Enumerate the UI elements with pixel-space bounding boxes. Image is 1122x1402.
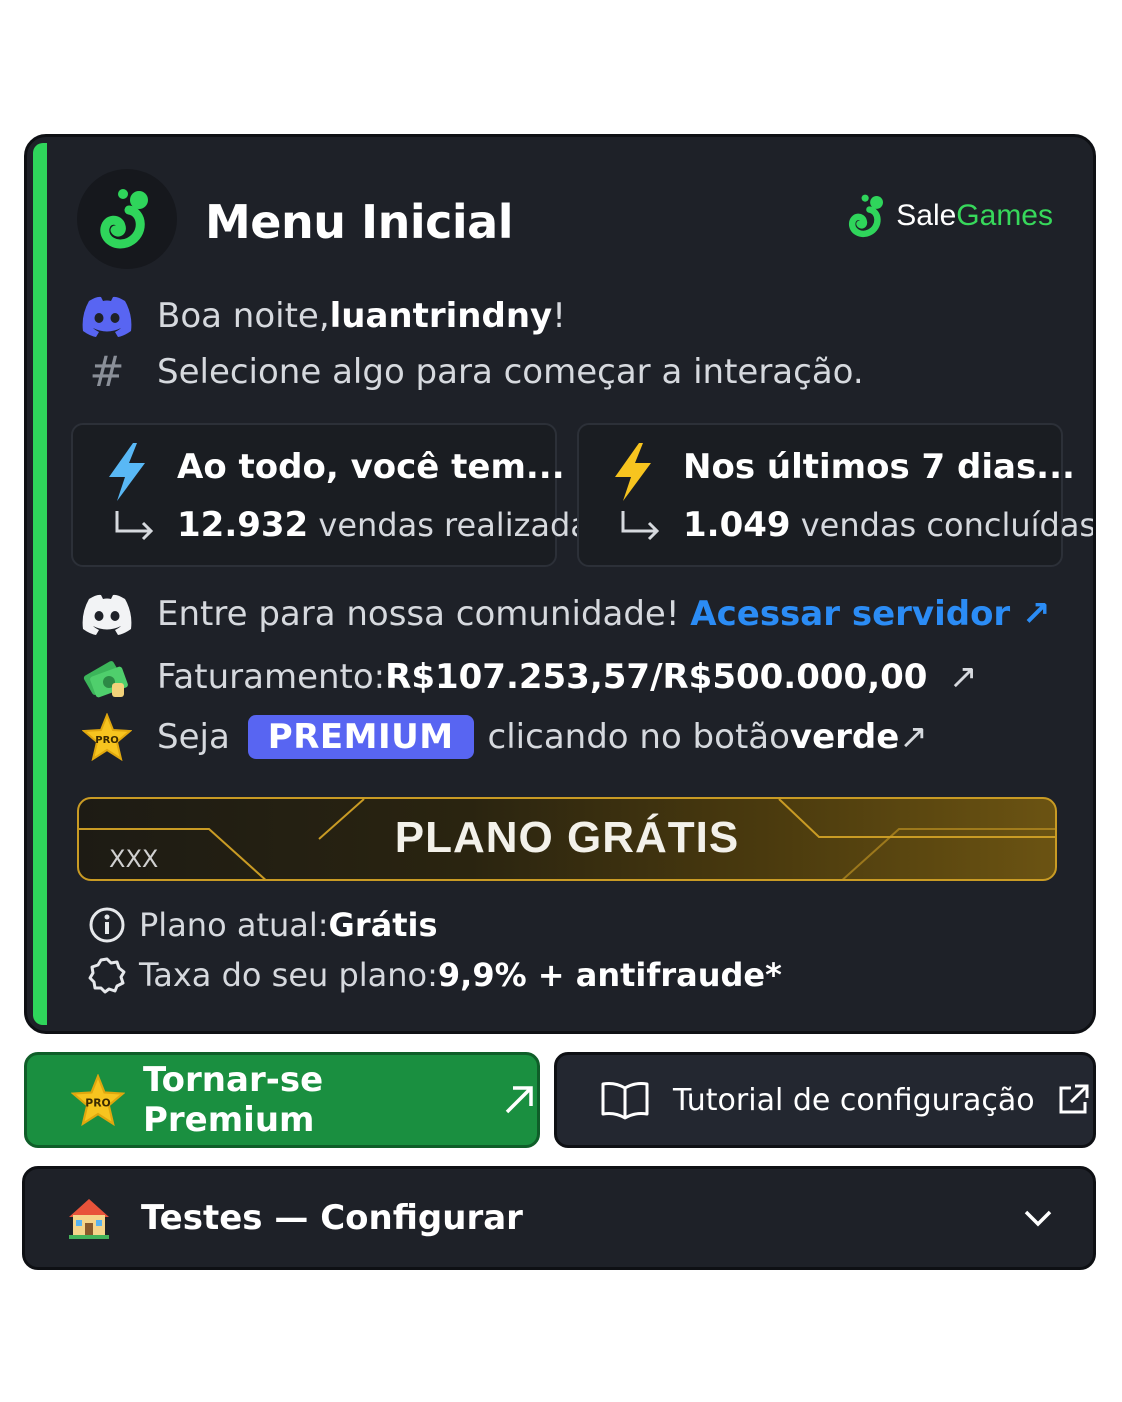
premium-middle: clicando no botão — [487, 717, 790, 757]
plan-title: PLANO GRÁTIS — [394, 813, 740, 862]
subtitle-line: # Selecione algo para começar a interaçã… — [79, 347, 864, 396]
brand-games: Games — [956, 199, 1053, 232]
community-line: Entre para nossa comunidade! Acessar ser… — [79, 593, 1051, 635]
lightning-yellow-icon — [609, 441, 657, 507]
current-plan-label: Plano atual: — [139, 906, 329, 944]
plan-banner: PLANO GRÁTIS XXX — [77, 797, 1057, 881]
reply-arrow-icon — [113, 509, 157, 547]
pro-badge-text: PRO — [85, 1096, 110, 1109]
stat-card-total: Ao todo, você tem... 12.932 vendas reali… — [71, 423, 607, 567]
revenue-label: Faturamento: — [157, 657, 386, 697]
premium-bold: verde — [789, 717, 900, 757]
revenue-current: R$107.253,57 — [385, 657, 651, 697]
arrow-up-right-icon: ↗ — [949, 657, 978, 697]
greeting-suffix: ! — [552, 296, 566, 336]
premium-prefix: Seja — [157, 717, 230, 757]
select-label: Testes — Configurar — [141, 1198, 523, 1238]
header: Menu Inicial SaleGames — [77, 169, 1053, 269]
greeting-line: Boa noite, luantrindny! — [79, 295, 566, 337]
config-select-menu[interactable]: Testes — Configurar — [22, 1166, 1096, 1270]
premium-button-label: Tornar-se Premium — [143, 1060, 324, 1140]
hashtag-icon: # — [89, 347, 125, 396]
chevron-down-icon[interactable] — [1023, 1208, 1053, 1228]
lightning-blue-icon — [103, 441, 151, 507]
premium-badge: PREMIUM — [247, 715, 474, 759]
stat-title: Ao todo, você tem... — [177, 447, 565, 487]
revenue-separator: / — [650, 657, 663, 697]
external-link-icon — [1055, 1082, 1091, 1118]
stat-label: vendas concluídas — [800, 506, 1096, 544]
premium-line: PRO Seja PREMIUM clicando no botão verde… — [79, 713, 928, 761]
pro-star-icon: PRO — [79, 713, 135, 761]
salegames-logo-icon — [100, 189, 148, 249]
brand-logo: SaleGames — [848, 191, 1053, 241]
tutorial-button-label: Tutorial de configuração — [673, 1082, 1035, 1118]
stat-value: 12.932 — [177, 505, 309, 545]
revenue-goal: R$500.000,00 — [662, 657, 928, 697]
current-plan-value: Grátis — [328, 906, 438, 944]
brand-sale: Sale — [896, 199, 957, 232]
tutorial-button[interactable]: Tutorial de configuração — [554, 1052, 1096, 1148]
stat-label: vendas realizadas — [318, 506, 607, 544]
become-premium-button[interactable]: PRO Tornar-se Premium — [24, 1052, 540, 1148]
money-icon — [79, 653, 135, 701]
discord-icon — [79, 295, 135, 337]
revenue-line: Faturamento: R$107.253,57 / R$500.000,00… — [79, 653, 978, 701]
plan-fee-value: 9,9% + antifraude* — [437, 956, 782, 994]
greeting-prefix: Boa noite, — [157, 296, 330, 336]
plan-tag: XXX — [109, 845, 159, 873]
stat-title: Nos últimos 7 dias... — [683, 447, 1075, 487]
username: luantrindny — [329, 296, 553, 336]
server-link[interactable]: Acessar servidor ↗ — [690, 594, 1050, 634]
stat-card-week: Nos últimos 7 dias... 1.049 vendas concl… — [577, 423, 1093, 567]
salegames-logo-icon — [849, 194, 884, 238]
discord-white-icon — [79, 593, 135, 635]
plan-fee-label: Taxa do seu plano: — [139, 956, 438, 994]
arrow-up-right-icon: ↗ — [899, 717, 928, 757]
book-icon — [599, 1080, 651, 1120]
pro-star-icon: PRO — [71, 1074, 125, 1126]
svg-text:PRO: PRO — [95, 735, 119, 746]
page-title: Menu Inicial — [205, 195, 513, 249]
current-plan-line: Plano atual: Grátis — [79, 905, 438, 945]
reply-arrow-icon — [619, 509, 663, 547]
badge-outline-icon — [79, 955, 135, 995]
subtitle: Selecione algo para começar a interação. — [157, 351, 864, 392]
accent-bar — [33, 143, 47, 1025]
bot-avatar — [77, 169, 177, 269]
community-text: Entre para nossa comunidade! — [157, 594, 680, 634]
plan-fee-line: Taxa do seu plano: 9,9% + antifraude* — [79, 955, 782, 995]
stat-value: 1.049 — [683, 505, 791, 545]
info-icon — [79, 905, 135, 945]
house-icon — [65, 1195, 113, 1241]
main-embed-card: Menu Inicial SaleGames Boa noite, luantr… — [24, 134, 1096, 1034]
arrow-up-right-icon — [501, 1082, 537, 1118]
